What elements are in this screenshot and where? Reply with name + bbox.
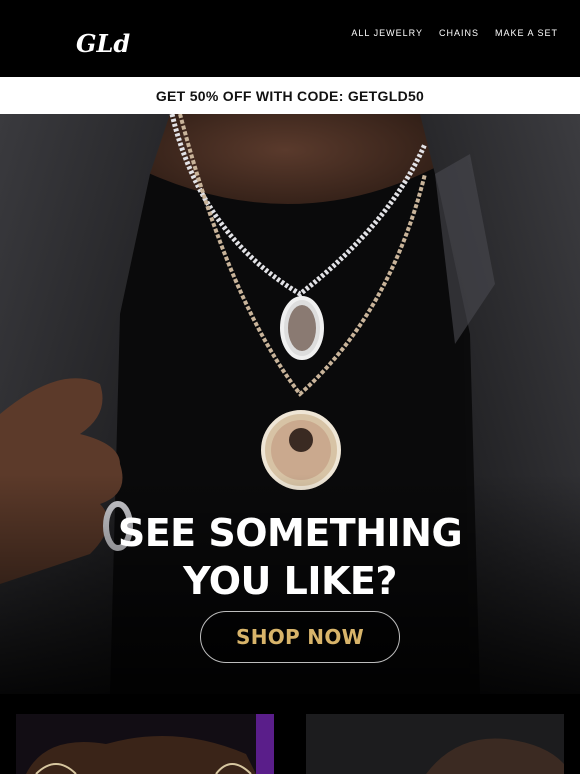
headline-line-1: SEE SOMETHING <box>117 511 463 555</box>
headline-line-2: YOU LIKE? <box>183 559 397 603</box>
product-tile-right[interactable] <box>306 714 564 774</box>
nav-chains[interactable]: CHAINS <box>439 28 479 38</box>
email-header: GLd ALL JEWELRY CHAINS MAKE A SET <box>0 0 580 77</box>
promo-text: GET 50% OFF WITH CODE: GETGLD50 <box>155 87 425 104</box>
shop-now-button[interactable]: SHOP NOW <box>200 611 400 663</box>
hero-banner[interactable]: SEE SOMETHING YOU LIKE? SHOP NOW <box>0 114 580 694</box>
promo-banner[interactable]: GET 50% OFF WITH CODE: GETGLD50 <box>0 77 580 114</box>
nav-all-jewelry[interactable]: ALL JEWELRY <box>351 28 423 38</box>
hero-image <box>0 114 580 694</box>
tile-right-image <box>306 714 564 774</box>
top-nav: ALL JEWELRY CHAINS MAKE A SET <box>351 28 558 38</box>
shop-now-label: SHOP NOW <box>236 625 364 649</box>
product-tile-left[interactable] <box>16 714 274 774</box>
tile-left-image <box>16 714 274 774</box>
nav-make-a-set[interactable]: MAKE A SET <box>495 28 558 38</box>
hero-headline: SEE SOMETHING YOU LIKE? <box>0 509 580 605</box>
svg-text:GLd: GLd <box>76 29 130 58</box>
gld-logo[interactable]: GLd <box>74 28 134 58</box>
